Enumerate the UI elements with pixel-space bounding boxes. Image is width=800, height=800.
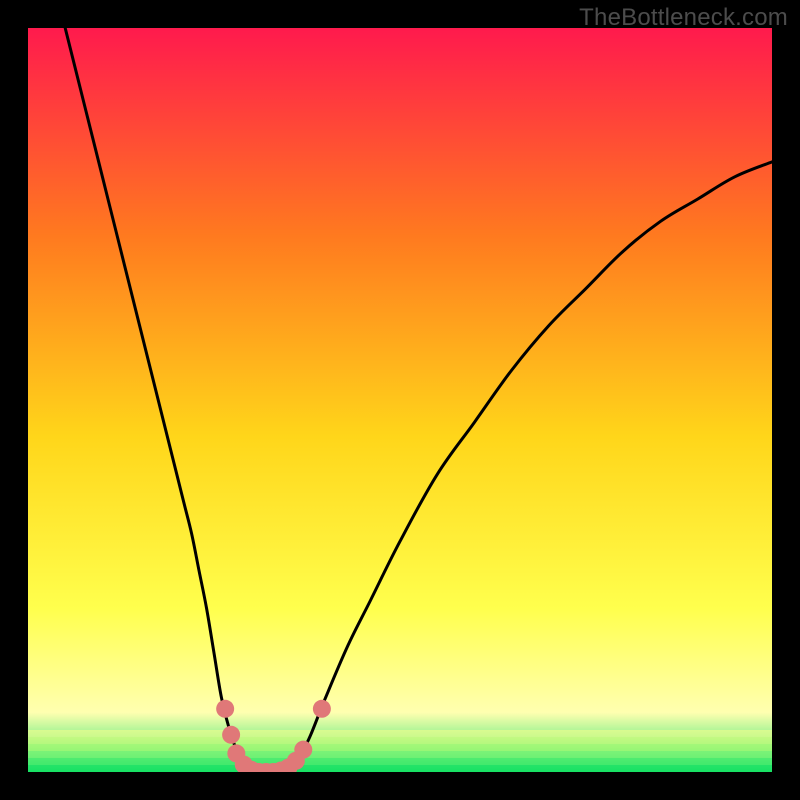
outer-frame: TheBottleneck.com	[0, 0, 800, 800]
gradient-background	[28, 28, 772, 772]
curve-marker	[313, 700, 331, 718]
chart-svg	[28, 28, 772, 772]
curve-marker	[294, 741, 312, 759]
plot-area	[28, 28, 772, 772]
bottom-stripes	[28, 730, 772, 772]
curve-marker	[216, 700, 234, 718]
watermark-text: TheBottleneck.com	[579, 4, 788, 32]
curve-marker	[222, 726, 240, 744]
